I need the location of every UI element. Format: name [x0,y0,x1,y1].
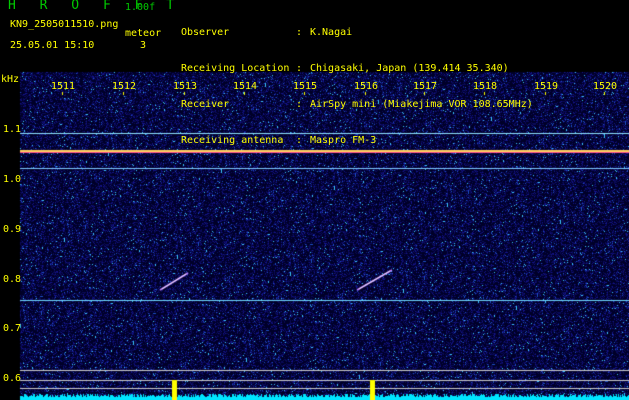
info-value: K.Nagai [310,27,353,38]
info-value: Maspro FM-3 [310,135,377,146]
version-label: 1.00f [125,2,156,13]
y-tick-label: 0.7 [3,323,22,334]
y-tick-label: 0.6 [3,373,22,384]
app-title: H R O F F T [8,0,183,13]
info-label: Receiving Location [181,63,290,74]
count-label: 3 [140,40,147,51]
x-tick-label: 1518 [472,81,498,92]
mode-label: meteor [125,28,162,39]
x-tick-label: 1516 [353,81,379,92]
y-tick-label: 1.1 [3,124,22,135]
x-tick-label: 1520 [592,81,618,92]
x-tick-label: 1517 [412,81,438,92]
filename-label: KN9_2505011510.png [10,19,119,30]
info-row-observer: Observer: K.Nagai [181,27,353,38]
info-label: Observer [181,27,230,38]
x-tick-label: 1519 [533,81,559,92]
info-value: AirSpy mini (Miakejima VOR 108.65MHz) [310,99,533,110]
y-unit-label: kHz [1,74,20,85]
info-label: Receiver [181,99,230,110]
datetime-label: 25.05.01 15:10 [10,40,95,51]
info-row-antenna: Receiving antenna: Maspro FM-3 [181,135,377,146]
x-tick-label: 1514 [232,81,258,92]
x-tick-label: 1515 [292,81,318,92]
info-row-receiver: Receiver: AirSpy mini (Miakejima VOR 108… [181,99,533,110]
x-tick-label: 1511 [50,81,76,92]
info-value: Chigasaki, Japan (139.414 35.340) [310,63,509,74]
y-tick-label: 0.9 [3,224,22,235]
y-tick-label: 1.0 [3,174,22,185]
info-label: Receiving antenna [181,135,284,146]
y-tick-label: 0.8 [3,274,22,285]
info-row-location: Receiving Location: Chigasaki, Japan (13… [181,63,509,74]
x-tick-label: 1513 [172,81,198,92]
x-tick-label: 1512 [111,81,137,92]
